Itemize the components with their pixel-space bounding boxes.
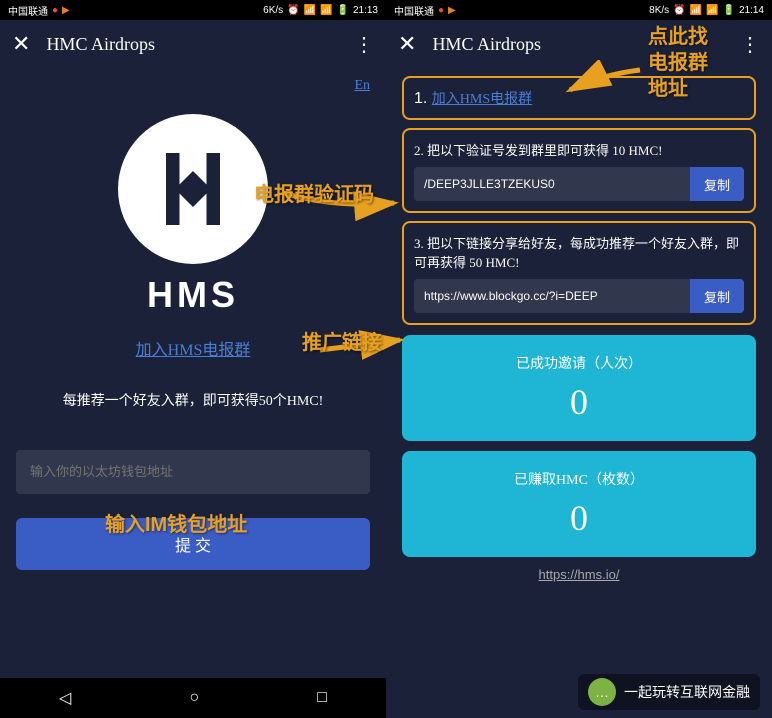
step2-box: 2. 把以下验证号发到群里即可获得 10 HMC! 复制 (402, 128, 756, 213)
menu-icon[interactable]: ⋮ (740, 32, 760, 57)
wechat-icon (588, 678, 616, 706)
earned-value: 0 (420, 497, 738, 539)
logo-text: HMS (16, 274, 370, 316)
verification-code-input[interactable] (414, 167, 690, 201)
step1-box: 1. 加入HMS电报群 (402, 76, 756, 120)
copy-code-button[interactable]: 复制 (690, 167, 744, 201)
signal-icon: 📶 (320, 5, 332, 16)
step2-label: 2. 把以下验证号发到群里即可获得 10 HMC! (414, 140, 744, 159)
nav-back-icon[interactable]: ◁ (59, 688, 71, 708)
step3-box: 3. 把以下链接分享给好友，每成功推荐一个好友入群，即可再获得 50 HMC! … (402, 221, 756, 325)
carrier: 中国联通 (394, 3, 434, 18)
status-bar: 中国联通 ● ▶ 8K/s ⏰ 📶 📶 🔋 21:14 (386, 0, 772, 20)
speed: 8K/s (649, 5, 669, 16)
step1-link[interactable]: 加入HMS电报群 (432, 92, 532, 107)
watermark-text: 一起玩转互联网金融 (624, 682, 750, 702)
footer-link[interactable]: https://hms.io/ (402, 567, 756, 582)
alarm-icon: ⏰ (287, 5, 299, 16)
promo-text: 每推荐一个好友入群，即可获得50个HMC! (16, 390, 370, 410)
status-bar: 中国联通 ● ▶ 6K/s ⏰ 📶 📶 🔋 21:13 (0, 0, 386, 20)
record-icon: ● (52, 5, 58, 16)
invites-value: 0 (420, 381, 738, 423)
alarm-icon: ⏰ (673, 5, 685, 16)
phone-right: 中国联通 ● ▶ 8K/s ⏰ 📶 📶 🔋 21:14 ✕ HMC Airdro… (386, 0, 772, 718)
invites-label: 已成功邀请（人次） (420, 353, 738, 373)
record-icon: ● (438, 5, 444, 16)
page-title: HMC Airdrops (46, 34, 338, 55)
speed: 6K/s (263, 5, 283, 16)
language-link[interactable]: En (16, 78, 370, 94)
nav-bar: ◁ ○ □ (0, 678, 386, 718)
invites-card: 已成功邀请（人次） 0 (402, 335, 756, 441)
copy-url-button[interactable]: 复制 (690, 279, 744, 313)
app-icon: ▶ (62, 5, 70, 16)
earned-card: 已赚取HMC（枚数） 0 (402, 451, 756, 557)
signal-icon: 📶 (706, 5, 718, 16)
submit-button[interactable]: 提 交 (16, 518, 370, 570)
battery-icon: 🔋 (337, 5, 349, 16)
page-title: HMC Airdrops (432, 34, 724, 55)
referral-url-input[interactable] (414, 279, 690, 313)
nav-home-icon[interactable]: ○ (189, 689, 199, 707)
logo (16, 114, 370, 264)
wallet-input[interactable] (16, 450, 370, 494)
wifi-icon: 📶 (690, 5, 702, 16)
header: ✕ HMC Airdrops ⋮ (386, 20, 772, 68)
phone-left: 中国联通 ● ▶ 6K/s ⏰ 📶 📶 🔋 21:13 ✕ HMC Airdro… (0, 0, 386, 718)
carrier: 中国联通 (8, 3, 48, 18)
logo-circle (118, 114, 268, 264)
app-icon: ▶ (448, 5, 456, 16)
time: 21:14 (739, 5, 764, 16)
nav-recent-icon[interactable]: □ (317, 689, 327, 707)
step3-label: 3. 把以下链接分享给好友，每成功推荐一个好友入群，即可再获得 50 HMC! (414, 233, 744, 271)
telegram-link[interactable]: 加入HMS电报群 (16, 336, 370, 360)
earned-label: 已赚取HMC（枚数） (420, 469, 738, 489)
battery-icon: 🔋 (723, 5, 735, 16)
menu-icon[interactable]: ⋮ (354, 32, 374, 57)
content-right: 1. 加入HMS电报群 2. 把以下验证号发到群里即可获得 10 HMC! 复制… (386, 76, 772, 582)
wifi-icon: 📶 (304, 5, 316, 16)
header: ✕ HMC Airdrops ⋮ (0, 20, 386, 68)
step1-num: 1. (414, 90, 427, 107)
time: 21:13 (353, 5, 378, 16)
watermark: 一起玩转互联网金融 (578, 674, 760, 710)
close-icon[interactable]: ✕ (12, 31, 30, 57)
content-left: En HMS 加入HMS电报群 每推荐一个好友入群，即可获得50个HMC! 提 … (0, 78, 386, 584)
close-icon[interactable]: ✕ (398, 31, 416, 57)
